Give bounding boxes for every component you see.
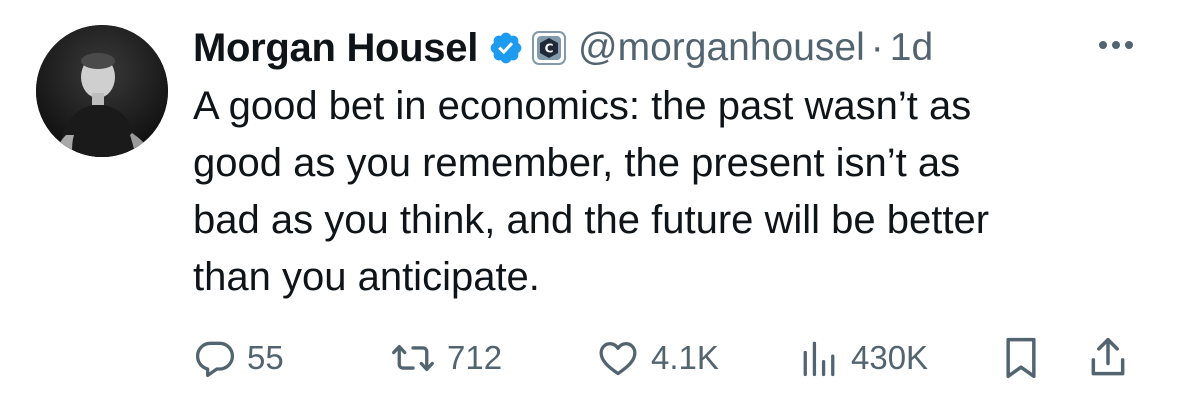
affiliate-badge-icon[interactable]: C	[532, 31, 567, 65]
bookmark-button[interactable]	[999, 330, 1043, 386]
repost-button[interactable]: 712	[389, 330, 502, 386]
reply-count: 55	[247, 339, 284, 376]
like-button[interactable]: 4.1K	[595, 330, 719, 386]
reply-button[interactable]: 55	[193, 330, 284, 386]
more-icon[interactable]	[1092, 30, 1140, 60]
tweet-text: A good bet in economics: the past wasn’t…	[193, 78, 1153, 306]
like-count: 4.1K	[651, 339, 719, 376]
handle[interactable]: @morganhousel	[578, 26, 865, 70]
avatar[interactable]	[36, 25, 168, 157]
heart-icon	[595, 336, 641, 380]
tweet-text-line: bad as you think, and the future will be…	[193, 198, 990, 242]
tweet-text-line: good as you remember, the present isn’t …	[193, 141, 961, 185]
tweet-header: Morgan Housel C @morganhousel · 1d	[193, 20, 933, 76]
views-icon	[797, 336, 841, 380]
timestamp[interactable]: 1d	[890, 26, 933, 70]
verified-badge-icon[interactable]	[488, 30, 524, 66]
display-name[interactable]: Morgan Housel	[193, 26, 478, 71]
tweet-text-line: A good bet in economics: the past wasn’t…	[193, 84, 972, 128]
share-button[interactable]	[1086, 330, 1130, 386]
action-bar: 55 712 4.1K 430K	[193, 330, 1143, 386]
tweet[interactable]: Morgan Housel C @morganhousel · 1d A goo…	[0, 0, 1179, 410]
share-icon	[1086, 334, 1130, 382]
reply-icon	[193, 336, 237, 380]
repost-count: 712	[447, 339, 503, 376]
avatar-photo	[36, 25, 168, 157]
tweet-text-line: than you anticipate.	[193, 255, 540, 299]
views-button[interactable]: 430K	[797, 330, 928, 386]
separator-dot: ·	[870, 26, 884, 69]
views-count: 430K	[851, 339, 929, 376]
repost-icon	[389, 336, 437, 380]
svg-text:C: C	[545, 42, 554, 56]
bookmark-icon	[999, 334, 1043, 382]
